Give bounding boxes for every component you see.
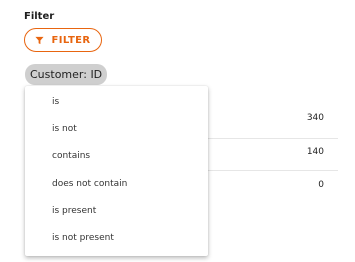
page: Filter FILTER Customer: ID 340 140 0 is …	[0, 0, 355, 262]
dropdown-option-contains[interactable]: contains	[25, 145, 208, 167]
table-cell-value: 140	[306, 147, 324, 157]
filter-chip[interactable]: Customer: ID	[25, 64, 108, 85]
dropdown-option-is-not[interactable]: is not	[25, 118, 208, 140]
dropdown-option-is[interactable]: is	[25, 91, 208, 113]
dropdown-option-is-not-present[interactable]: is not present	[25, 227, 208, 249]
filter-heading: Filter	[24, 11, 55, 22]
filter-button[interactable]: FILTER	[24, 28, 102, 52]
table-row-divider	[208, 170, 338, 171]
dropdown-option-does-not-contain[interactable]: does not contain	[25, 173, 208, 195]
table-cell-value: 0	[318, 180, 324, 190]
operator-dropdown: is is not contains does not contain is p…	[25, 86, 208, 256]
filter-chip-label: Customer: ID	[30, 68, 103, 81]
filter-button-label: FILTER	[51, 34, 91, 46]
dropdown-option-is-present[interactable]: is present	[25, 200, 208, 222]
table-cell-value: 340	[306, 113, 324, 123]
table-row-divider	[208, 138, 338, 139]
funnel-icon	[35, 36, 45, 45]
